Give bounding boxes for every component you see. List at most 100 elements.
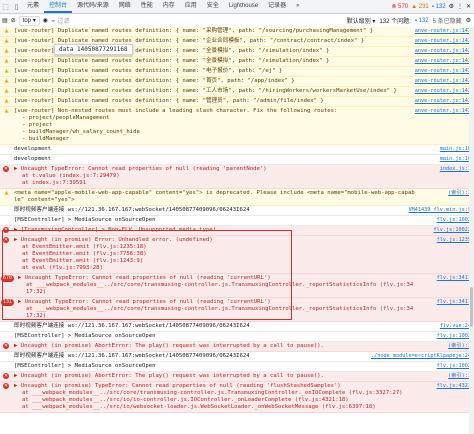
live-expression-icon[interactable]: ◉: [43, 17, 48, 24]
stack-frame[interactable]: - project/peopleManagement: [14, 115, 416, 122]
source-link[interactable]: flv.js:4321: [437, 383, 471, 390]
source-link[interactable]: flv.js:1002: [437, 363, 471, 370]
tab-2[interactable]: 源代码/来源: [72, 0, 114, 13]
source-link[interactable]: anve-router.js:143: [415, 108, 471, 115]
source-link[interactable]: flv.vue:24: [440, 323, 471, 330]
console-message-log[interactable]: 即时视频客户端连接 ws://121.36.167.167:webSocket/…: [0, 322, 474, 332]
tab-7[interactable]: 安全: [202, 0, 224, 13]
settings-icon[interactable]: ⚙: [449, 3, 454, 10]
tab-6[interactable]: 应用: [180, 0, 202, 13]
tab-5[interactable]: 内存: [158, 0, 180, 13]
device-toolbar-icon[interactable]: ▯: [11, 1, 22, 12]
console-scrollbar[interactable]: [469, 27, 474, 434]
stack-frame[interactable]: - buildManager/wh_salary_count_hide: [14, 129, 416, 136]
source-link[interactable]: flv.js:1002: [437, 333, 471, 340]
stack-frame[interactable]: at ___webpack_modules__../src/core/trans…: [14, 390, 416, 397]
console-settings-icon[interactable]: ⚙: [466, 17, 471, 24]
source-link[interactable]: ./node_module=ercriptKlpapeje:24: [371, 353, 471, 360]
console-message-warn[interactable]: ▲ <meta name="apple-mobile-web-app-capabl…: [0, 189, 474, 206]
tab-3[interactable]: 网络: [114, 0, 136, 13]
stack-frame[interactable]: at index.js:7:39591: [14, 180, 416, 187]
stack-frame[interactable]: at eval (flv.js:7993:28): [14, 265, 416, 272]
stack-frame[interactable]: at ___webpack_modules__../src/core/trans…: [18, 306, 416, 320]
tab-8[interactable]: Lighthouse: [224, 0, 263, 13]
console-message-log[interactable]: [MSEController] > MediaSource onSourceOp…: [0, 332, 474, 342]
more-tabs-icon[interactable]: »: [291, 0, 304, 13]
stack-frame[interactable]: at EventEmitter.emit (flv.js:1243:9): [14, 258, 416, 265]
issues-count[interactable]: ▪ 132: [415, 18, 429, 24]
console-message-warn[interactable]: ▲ [vue-router] Duplicate named routes def…: [0, 27, 474, 37]
source-link[interactable]: flv.js:1235: [437, 237, 471, 244]
context-selector[interactable]: top ▾: [18, 15, 40, 26]
clear-console-icon[interactable]: ⊘: [11, 17, 16, 24]
source-link[interactable]: flv.js:1002: [437, 217, 471, 224]
console-message-warn[interactable]: ▲ [vue-router] Duplicate named routes def…: [0, 77, 474, 87]
console-message-log[interactable]: 即时视频客户端连接 ws://121.36.167.167:webSocket/…: [0, 352, 474, 362]
stack-frame[interactable]: at EventEmitter.emit (flv.js:7756:38): [14, 251, 416, 258]
sidebar-toggle-icon[interactable]: ▤: [2, 17, 8, 24]
stack-frame[interactable]: at ___webpack_modules__../src/io/io-cont…: [14, 397, 416, 404]
more-options-icon[interactable]: ⋮: [457, 3, 463, 10]
stack-frame[interactable]: at t.value (index.js:7:29479): [14, 173, 416, 180]
stack-frame[interactable]: at ___webpack_modules__../src/core/trans…: [18, 282, 416, 296]
message-text: [vue-router] Duplicate named routes defi…: [14, 28, 374, 34]
console-message-log[interactable]: development main.js:10: [0, 155, 474, 165]
close-devtools-icon[interactable]: ✕: [466, 3, 471, 10]
issues-label[interactable]: 132 个问题:: [379, 16, 410, 25]
source-link[interactable]: anve-router.js:143: [415, 48, 471, 55]
source-link[interactable]: main.js:10: [440, 156, 471, 163]
source-link[interactable]: anve-router.js:143: [415, 38, 471, 45]
console-message-err[interactable]: 131 ▶ Uncaught TypeError: Cannot read pro…: [0, 298, 474, 322]
warning-icon: ▲: [4, 38, 9, 44]
tab-0[interactable]: 元素: [22, 0, 44, 13]
tab-9[interactable]: 记录器: [263, 0, 291, 13]
source-link[interactable]: anve-router.js:143: [415, 98, 471, 105]
source-link[interactable]: flv.js:3417: [437, 299, 471, 306]
console-message-warn[interactable]: ▲ [vue-router] Duplicate named routes def…: [0, 57, 474, 67]
inspect-element-icon[interactable]: ⬚: [0, 1, 11, 12]
console-message-log[interactable]: [MSEController] > MediaSource onSourceOp…: [0, 216, 474, 226]
source-link[interactable]: (索引):1: [448, 190, 471, 197]
source-link[interactable]: main.js:10: [440, 146, 471, 153]
console-message-err[interactable]: ✕ ▶ Uncaught (in promise) Error: Unhandle…: [0, 236, 474, 274]
stack-frame[interactable]: - buildManager: [14, 136, 416, 143]
source-link[interactable]: flv.js:3417: [437, 275, 471, 282]
console-message-warn[interactable]: ▲ [vue-router] Duplicate named routes def…: [0, 67, 474, 77]
console-message-warn[interactable]: ▲ [vue-router] Non-nested routes must inc…: [0, 107, 474, 145]
source-link[interactable]: index.js:7: [440, 166, 471, 173]
tab-1[interactable]: 控制台: [44, 0, 73, 13]
source-link[interactable]: VM41439 flv.min.js:9: [409, 207, 471, 214]
console-messages[interactable]: ▲ [vue-router] Duplicate named routes def…: [0, 27, 474, 434]
source-link[interactable]: (索引):1: [448, 373, 471, 380]
console-message-err[interactable]: ✕ ▶ Uncaught (in promise) AbortError: The…: [0, 342, 474, 352]
filter-input[interactable]: ⏷ 过滤: [51, 16, 201, 26]
source-link[interactable]: anve-router.js:143: [415, 68, 471, 75]
scrollbar-thumb[interactable]: [470, 287, 473, 327]
source-link[interactable]: anve-router.js:143: [415, 78, 471, 85]
tab-4[interactable]: 性能: [136, 0, 158, 13]
source-link[interactable]: flv.js:10022: [434, 227, 471, 234]
log-levels-dropdown[interactable]: 默认级别 ▾: [347, 16, 376, 25]
source-link[interactable]: anve-router.js:143: [415, 58, 471, 65]
info-count: 132: [435, 3, 446, 10]
console-message-log[interactable]: development main.js:10: [0, 145, 474, 155]
console-message-warn[interactable]: ▲ [vue-router] Duplicate named routes def…: [0, 97, 474, 107]
console-message-log[interactable]: [MSEController] > MediaSource onSourceOp…: [0, 362, 474, 372]
message-text: ▶ Uncaught TypeError: Cannot read proper…: [14, 166, 267, 172]
stack-frame[interactable]: - project: [14, 122, 416, 129]
info-count-badge[interactable]: ▪ 132: [432, 4, 446, 10]
warning-count-badge[interactable]: ▲ 231: [411, 4, 429, 10]
console-message-err[interactable]: ✕ ▶ Uncaught (in promise) TypeError: Cann…: [0, 382, 474, 413]
source-link[interactable]: (索引):1: [448, 343, 471, 350]
console-message-warn[interactable]: ▲ [vue-router] Duplicate named routes def…: [0, 87, 474, 97]
console-message-err[interactable]: ✕ ▶ [TransmuxingController] > Non-FLV, Un…: [0, 226, 474, 236]
source-link[interactable]: anve-router.js:143: [415, 88, 471, 95]
console-message-err[interactable]: ✕ ▶ Uncaught (in promise) AbortError: The…: [0, 372, 474, 382]
error-count-badge[interactable]: ⊗ 570: [391, 3, 408, 10]
stack-frame[interactable]: at ___webpack_modules__../src/io/websock…: [14, 404, 416, 411]
source-link[interactable]: anve-router.js:143: [415, 28, 471, 35]
console-message-err[interactable]: ✕ ▶ Uncaught TypeError: Cannot read prope…: [0, 165, 474, 189]
console-message-log[interactable]: 即时视频客户端连接 ws://121.36.167.167:webSocket/…: [0, 206, 474, 216]
console-message-err[interactable]: 670 ▶ Uncaught TypeError: Cannot read pro…: [0, 274, 474, 298]
stack-frame[interactable]: at EventEmitter.emit (flv.js:1235:18): [14, 244, 416, 251]
